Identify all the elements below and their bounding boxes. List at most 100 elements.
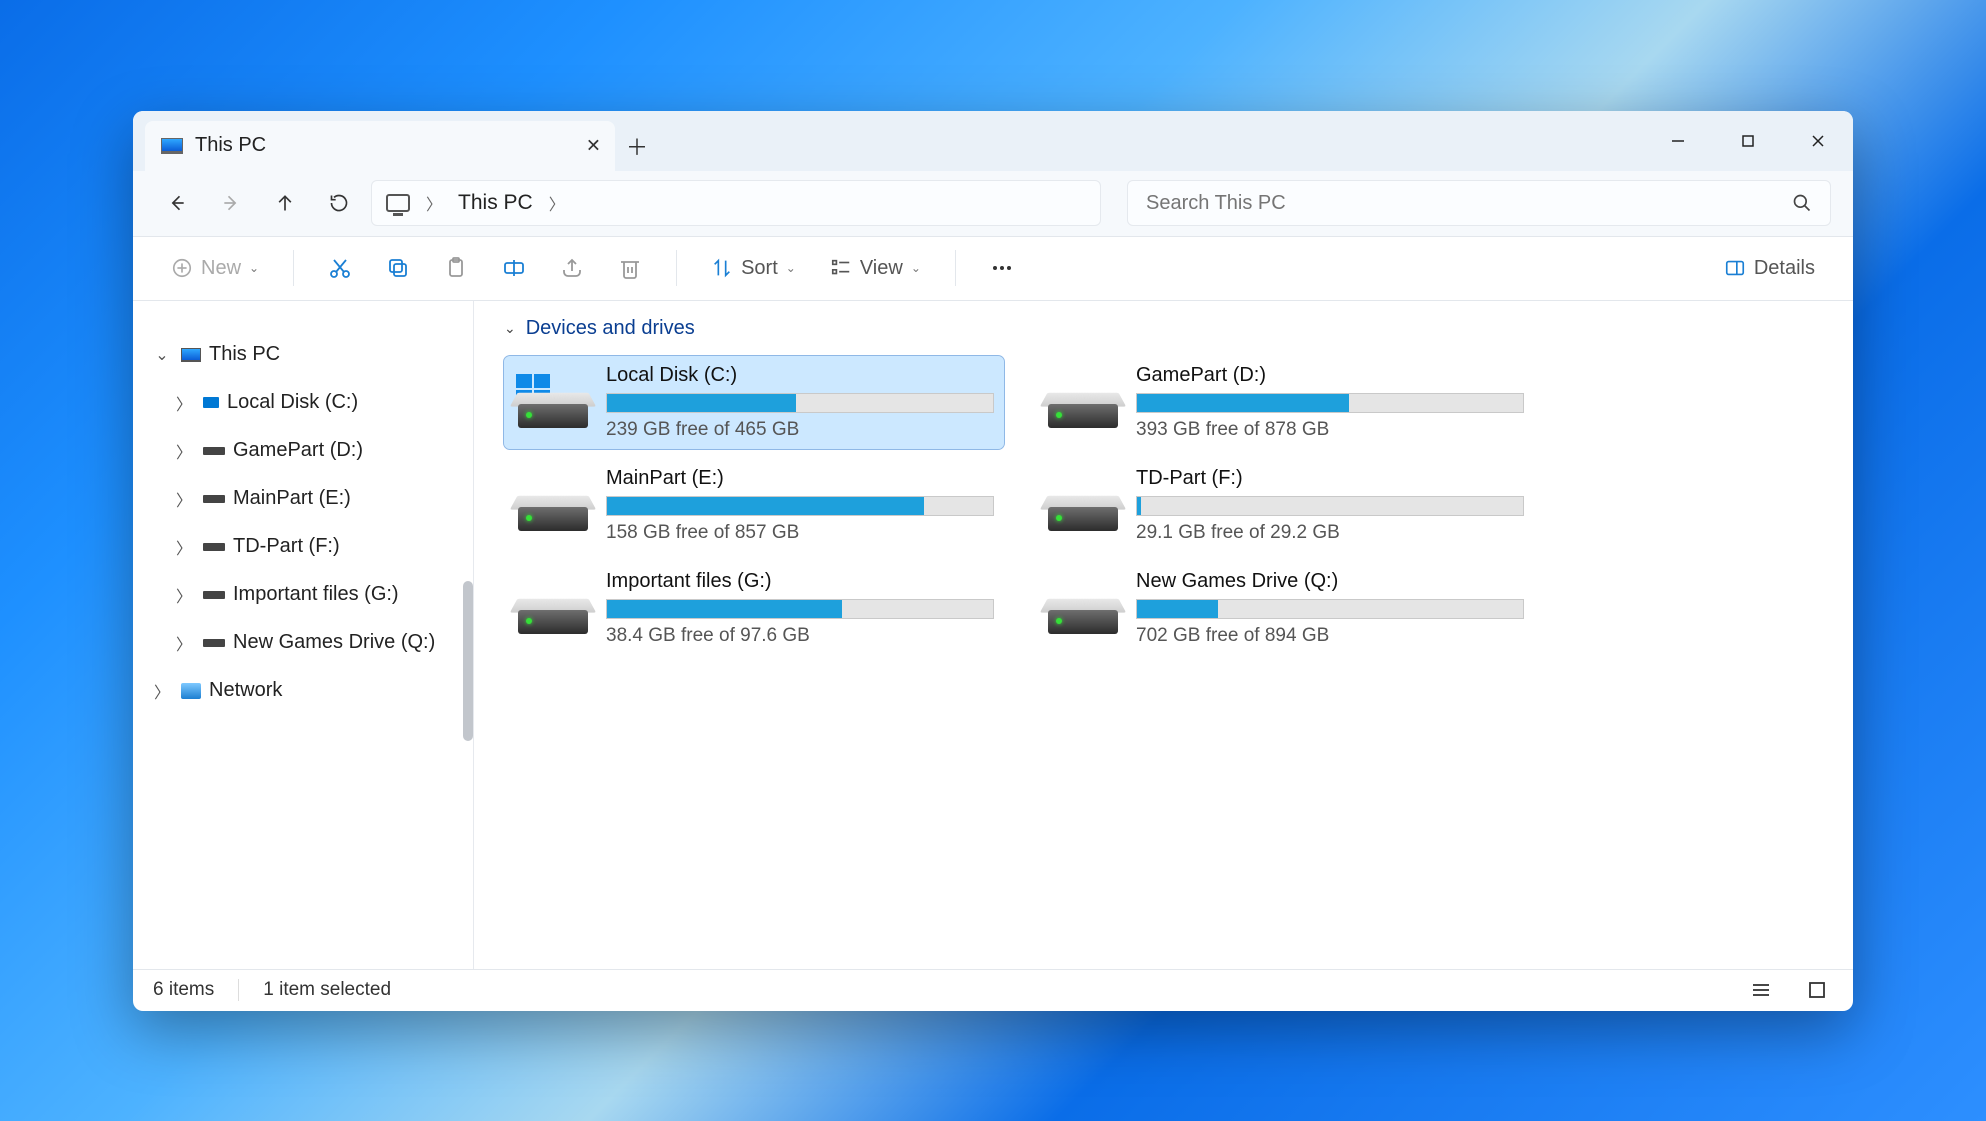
forward-button[interactable] xyxy=(209,181,253,225)
drive-item[interactable]: GamePart (D:) 393 GB free of 878 GB xyxy=(1034,356,1534,449)
drive-item[interactable]: New Games Drive (Q:)702 GB free of 894 G… xyxy=(1034,562,1534,655)
drive-item[interactable]: Local Disk (C:)239 GB free of 465 GB xyxy=(504,356,1004,449)
tree-drive-d[interactable]: 〉 GamePart (D:) xyxy=(143,427,467,475)
chevron-right-icon[interactable]: 〉 xyxy=(426,191,442,215)
drive-icon xyxy=(203,495,225,503)
chevron-right-icon[interactable]: 〉 xyxy=(173,535,195,559)
paste-button[interactable] xyxy=(432,246,480,290)
delete-button[interactable] xyxy=(606,246,654,290)
drive-icon xyxy=(514,376,592,428)
drive-icon xyxy=(203,447,225,455)
refresh-button[interactable] xyxy=(317,181,361,225)
maximize-button[interactable] xyxy=(1713,111,1783,171)
sort-button[interactable]: Sort ⌄ xyxy=(699,246,808,290)
view-label: View xyxy=(860,257,903,280)
monitor-icon xyxy=(386,194,410,212)
chevron-right-icon[interactable]: 〉 xyxy=(173,487,195,511)
tree-drive-g[interactable]: 〉 Important files (G:) xyxy=(143,571,467,619)
drive-icon xyxy=(1044,582,1122,634)
drive-name: GamePart (D:) xyxy=(1136,364,1524,387)
toolbar: New ⌄ Sort ⌄ View ⌄ xyxy=(133,237,1853,301)
tree-label: TD-Part (F:) xyxy=(233,535,340,558)
drive-icon xyxy=(1044,376,1122,428)
window-controls xyxy=(1643,111,1853,171)
tree-network[interactable]: 〉 Network xyxy=(143,667,467,715)
new-button[interactable]: New ⌄ xyxy=(159,246,271,290)
navbar: 〉 This PC 〉 xyxy=(133,171,1853,237)
view-button[interactable]: View ⌄ xyxy=(818,246,933,290)
capacity-bar xyxy=(1136,393,1524,413)
breadcrumb-this-pc[interactable]: This PC xyxy=(458,191,533,215)
search-bar[interactable] xyxy=(1127,180,1831,226)
separator xyxy=(955,250,956,286)
chevron-down-icon: ⌄ xyxy=(786,261,796,275)
drive-free-text: 29.1 GB free of 29.2 GB xyxy=(1136,522,1524,544)
drive-name: TD-Part (F:) xyxy=(1136,467,1524,490)
drive-free-text: 393 GB free of 878 GB xyxy=(1136,419,1524,441)
tree-label: GamePart (D:) xyxy=(233,439,363,462)
sort-label: Sort xyxy=(741,257,778,280)
copy-button[interactable] xyxy=(374,246,422,290)
drive-icon xyxy=(203,639,225,647)
chevron-down-icon: ⌄ xyxy=(249,261,259,275)
tree-label: Network xyxy=(209,679,282,702)
drive-free-text: 38.4 GB free of 97.6 GB xyxy=(606,625,994,647)
chevron-right-icon[interactable]: 〉 xyxy=(173,391,195,415)
share-button[interactable] xyxy=(548,246,596,290)
tree-drive-c[interactable]: 〉 Local Disk (C:) xyxy=(143,379,467,427)
address-bar[interactable]: 〉 This PC 〉 xyxy=(371,180,1101,226)
back-button[interactable] xyxy=(155,181,199,225)
explorer-body: ⌄ This PC 〉 Local Disk (C:) 〉 GamePart (… xyxy=(133,301,1853,969)
tree-drive-f[interactable]: 〉 TD-Part (F:) xyxy=(143,523,467,571)
tree-drive-q[interactable]: 〉 New Games Drive (Q:) xyxy=(143,619,467,667)
minimize-button[interactable] xyxy=(1643,111,1713,171)
network-icon xyxy=(181,683,201,699)
separator xyxy=(293,250,294,286)
drive-item[interactable]: MainPart (E:)158 GB free of 857 GB xyxy=(504,459,1004,552)
drive-item[interactable]: TD-Part (F:) 29.1 GB free of 29.2 GB xyxy=(1034,459,1534,552)
chevron-right-icon[interactable]: 〉 xyxy=(173,439,195,463)
capacity-bar xyxy=(606,496,994,516)
up-button[interactable] xyxy=(263,181,307,225)
chevron-right-icon[interactable]: 〉 xyxy=(151,679,173,703)
drive-item[interactable]: Important files (G:) 38.4 GB free of 97.6… xyxy=(504,562,1004,655)
chevron-right-icon[interactable]: 〉 xyxy=(549,191,565,215)
drive-info: Important files (G:) 38.4 GB free of 97.6… xyxy=(606,570,994,647)
details-button[interactable]: Details xyxy=(1712,246,1827,290)
drive-free-text: 158 GB free of 857 GB xyxy=(606,522,994,544)
tree-label: This PC xyxy=(209,343,280,366)
close-window-button[interactable] xyxy=(1783,111,1853,171)
tab-title: This PC xyxy=(195,134,266,157)
titlebar: This PC ✕ ＋ xyxy=(133,111,1853,171)
rename-button[interactable] xyxy=(490,246,538,290)
tiles-view-button[interactable] xyxy=(1801,976,1833,1004)
drive-icon xyxy=(203,397,219,408)
details-view-button[interactable] xyxy=(1745,976,1777,1004)
section-devices-and-drives[interactable]: ⌄ Devices and drives xyxy=(504,317,1823,340)
new-label: New xyxy=(201,257,241,280)
tab-this-pc[interactable]: This PC ✕ xyxy=(145,121,615,171)
sidebar-scrollbar[interactable] xyxy=(463,581,473,741)
drive-icon xyxy=(514,479,592,531)
drive-free-text: 702 GB free of 894 GB xyxy=(1136,625,1524,647)
drive-icon xyxy=(203,543,225,551)
new-tab-button[interactable]: ＋ xyxy=(615,121,659,171)
chevron-right-icon[interactable]: 〉 xyxy=(173,583,195,607)
tree-drive-e[interactable]: 〉 MainPart (E:) xyxy=(143,475,467,523)
explorer-window: This PC ✕ ＋ xyxy=(133,111,1853,1011)
more-button[interactable] xyxy=(978,246,1026,290)
drive-info: New Games Drive (Q:)702 GB free of 894 G… xyxy=(1136,570,1524,647)
chevron-down-icon[interactable]: ⌄ xyxy=(151,345,173,365)
drive-name: Important files (G:) xyxy=(606,570,994,593)
drive-icon xyxy=(514,582,592,634)
drive-free-text: 239 GB free of 465 GB xyxy=(606,419,994,441)
tree-label: Important files (G:) xyxy=(233,583,399,606)
drive-info: TD-Part (F:) 29.1 GB free of 29.2 GB xyxy=(1136,467,1524,544)
cut-button[interactable] xyxy=(316,246,364,290)
chevron-right-icon[interactable]: 〉 xyxy=(173,631,195,655)
close-tab-icon[interactable]: ✕ xyxy=(586,135,601,156)
separator xyxy=(676,250,677,286)
tree-this-pc[interactable]: ⌄ This PC xyxy=(143,331,467,379)
status-bar: 6 items 1 item selected xyxy=(133,969,1853,1011)
search-input[interactable] xyxy=(1146,192,1792,215)
